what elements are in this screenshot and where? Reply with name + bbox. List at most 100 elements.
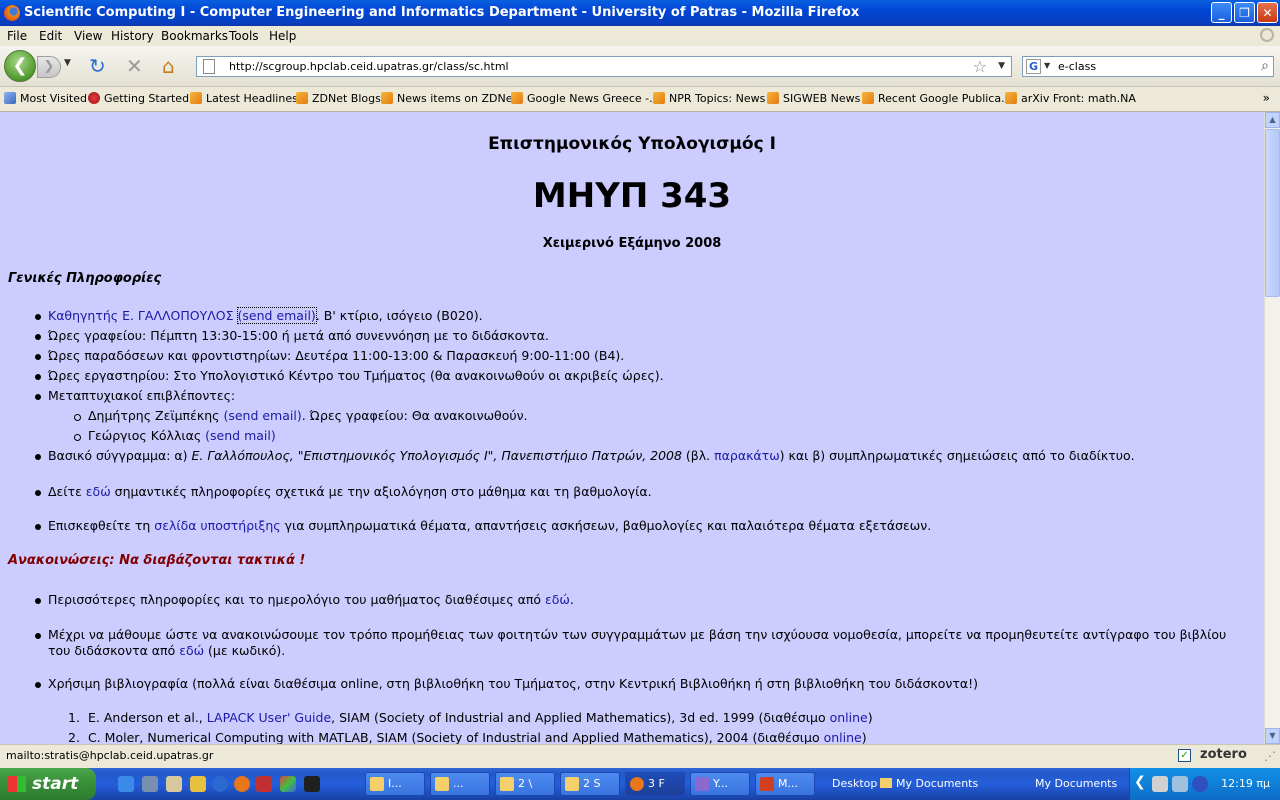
close-button[interactable]: ✕ <box>1257 2 1278 23</box>
bookmark-zdnet-news[interactable]: News items on ZDNet <box>381 92 517 105</box>
calendar-link[interactable]: εδώ <box>545 592 570 607</box>
list-item-more-info: Περισσότερες πληροφορίες και το ημερολόγ… <box>35 592 574 607</box>
firefox-bookmark-icon <box>88 92 100 104</box>
quicklaunch-icon[interactable] <box>190 776 206 792</box>
search-input[interactable]: e-class <box>1058 60 1096 73</box>
url-text[interactable]: http://scgroup.hpclab.ceid.upatras.gr/cl… <box>229 60 509 73</box>
bookmark-most-visited[interactable]: Most Visited <box>4 92 87 105</box>
quicklaunch-icon[interactable] <box>166 776 182 792</box>
taskbar-item[interactable]: I... <box>365 772 425 796</box>
menu-tools[interactable]: Tools <box>229 29 259 43</box>
menu-history[interactable]: History <box>111 29 154 43</box>
taskbar-item[interactable]: 2 S <box>560 772 620 796</box>
lapack-online-link[interactable]: online <box>830 710 868 725</box>
taskbar-item-firefox[interactable]: 3 F <box>625 772 685 796</box>
scroll-up-button[interactable]: ▲ <box>1265 112 1280 128</box>
taskbar-item[interactable]: ... <box>430 772 490 796</box>
ie-quicklaunch-icon[interactable] <box>118 776 134 792</box>
semester: Χειμερινό Εξάμηνο 2008 <box>542 236 722 251</box>
list-item-textbook: Βασικό σύγγραμμα: α) Ε. Γαλλόπουλος, "Επ… <box>35 448 1135 463</box>
address-bar[interactable]: http://scgroup.hpclab.ceid.upatras.gr/cl… <box>196 56 1012 77</box>
firefox-quicklaunch-icon[interactable] <box>234 776 250 792</box>
resize-grip-icon[interactable]: ⋰ <box>1264 749 1276 763</box>
bookmark-latest-headlines[interactable]: Latest Headlines <box>190 92 298 105</box>
bookmark-sigweb-news[interactable]: SIGWEB News <box>767 92 860 105</box>
assistant2-email-link[interactable]: send mail <box>210 428 271 443</box>
book-copy-link[interactable]: εδώ <box>179 643 204 658</box>
scroll-thumb[interactable] <box>1265 129 1280 297</box>
bookmarks-overflow-button[interactable]: » <box>1263 91 1270 105</box>
window-icon <box>370 777 384 791</box>
media-player-icon[interactable] <box>212 776 228 792</box>
vertical-scrollbar[interactable]: ▲ ▼ <box>1264 112 1280 744</box>
desktop-toolbar[interactable]: Desktop <box>832 777 877 790</box>
evaluation-link[interactable]: εδώ <box>86 484 111 499</box>
window-icon <box>695 777 709 791</box>
minimize-button[interactable]: _ <box>1211 2 1232 23</box>
bookmark-google-news-greece[interactable]: Google News Greece -... <box>511 92 660 105</box>
taskbar-item[interactable]: M... <box>755 772 815 796</box>
zotero-button[interactable]: zotero <box>1200 747 1247 762</box>
status-check-icon[interactable]: ✓ <box>1178 749 1191 762</box>
cmd-icon[interactable] <box>304 776 320 792</box>
windows-logo-icon <box>8 776 26 792</box>
forward-button[interactable]: ❯ <box>37 56 61 78</box>
scroll-down-button[interactable]: ▼ <box>1265 728 1280 744</box>
reload-icon[interactable]: ↻ <box>89 56 106 76</box>
list-item-lecture-hours: Ώρες παραδόσεων και φροντιστηρίων: Δευτέ… <box>34 348 625 363</box>
bookmark-zdnet-blogs[interactable]: ZDNet Blogs <box>296 92 381 105</box>
quicklaunch-icon[interactable] <box>280 776 296 792</box>
textbook-below-link[interactable]: παρακάτω <box>714 448 780 463</box>
rss-icon <box>1005 92 1017 104</box>
page-icon <box>203 59 215 74</box>
matlab-online-link[interactable]: online <box>824 730 862 744</box>
home-icon[interactable]: ⌂ <box>162 56 175 76</box>
quicklaunch-icon[interactable] <box>256 776 272 792</box>
menu-file[interactable]: File <box>7 29 27 43</box>
search-icon[interactable]: ⌕ <box>1261 58 1269 74</box>
taskbar-item[interactable]: Y... <box>690 772 750 796</box>
window-title-bar[interactable]: Scientific Computing I - Computer Engine… <box>0 0 1280 26</box>
page-content: Επιστημονικός Υπολογισμός Ι ΜΗΥΠ 343 Χει… <box>0 112 1264 744</box>
tray-expand-icon[interactable]: ❮ <box>1134 774 1146 790</box>
throbber-icon <box>1260 28 1274 42</box>
professor-link[interactable]: Καθηγητής Ε. ΓΑΛΛΟΠΟΥΛΟΣ <box>48 308 234 323</box>
list-item-bibliography: Χρήσιμη βιβλιογραφία (πολλά είναι διαθέσ… <box>34 676 979 691</box>
my-documents-address[interactable]: My Documents <box>1035 777 1117 790</box>
engine-dropdown-icon[interactable]: ▼ <box>1044 61 1050 70</box>
back-button[interactable]: ❮ <box>4 50 36 82</box>
search-box[interactable]: G ▼ e-class ⌕ <box>1022 56 1274 77</box>
stop-icon[interactable]: ✕ <box>126 56 143 76</box>
list-item-assistants: Μεταπτυχιακοί επιβλέποντες: <box>34 388 236 403</box>
bluetooth-icon[interactable] <box>1192 776 1208 792</box>
my-documents-toolbar[interactable]: My Documents <box>880 777 978 790</box>
menu-edit[interactable]: Edit <box>39 29 62 43</box>
google-engine-icon[interactable]: G <box>1026 59 1041 74</box>
assistant1-email-link[interactable]: (send email) <box>223 408 301 423</box>
professor-email-link[interactable]: (send email) <box>236 307 317 324</box>
start-button[interactable]: start <box>0 768 96 800</box>
support-page-link[interactable]: σελίδα υποστήριξης <box>154 518 280 533</box>
network-icon[interactable] <box>1152 776 1168 792</box>
list-item-assistant-1: Δημήτρης Ζεϊμπέκης (send email). Ώρες γρ… <box>74 408 528 423</box>
rss-icon <box>511 92 523 104</box>
menu-view[interactable]: View <box>74 29 102 43</box>
status-text: mailto:stratis@hpclab.ceid.upatras.gr <box>6 749 214 762</box>
announcements-heading: Ανακοινώσεις: Να διαβάζονται τακτικά ! <box>8 553 306 568</box>
volume-icon[interactable] <box>1172 776 1188 792</box>
bookmark-star-icon[interactable]: ☆ <box>973 57 987 76</box>
menu-bookmarks[interactable]: Bookmarks <box>161 29 228 43</box>
bookmark-arxiv-math-na[interactable]: arXiv Front: math.NA <box>1005 92 1136 105</box>
url-dropdown-icon[interactable]: ▼ <box>998 61 1005 71</box>
bookmark-getting-started[interactable]: Getting Started <box>88 92 189 105</box>
folder-icon <box>500 777 514 791</box>
bookmark-npr-topics[interactable]: NPR Topics: News <box>653 92 765 105</box>
bookmark-recent-google-publications[interactable]: Recent Google Publica... <box>862 92 1012 105</box>
quicklaunch-icon[interactable] <box>142 776 158 792</box>
lapack-guide-link[interactable]: LAPACK User' Guide <box>207 710 331 725</box>
history-dropdown-icon[interactable]: ▼ <box>64 58 71 68</box>
list-item-office-hours: Ώρες γραφείου: Πέμπτη 13:30-15:00 ή μετά… <box>34 328 550 343</box>
menu-help[interactable]: Help <box>269 29 296 43</box>
taskbar-item[interactable]: 2 \ <box>495 772 555 796</box>
maximize-button[interactable]: ❐ <box>1234 2 1255 23</box>
